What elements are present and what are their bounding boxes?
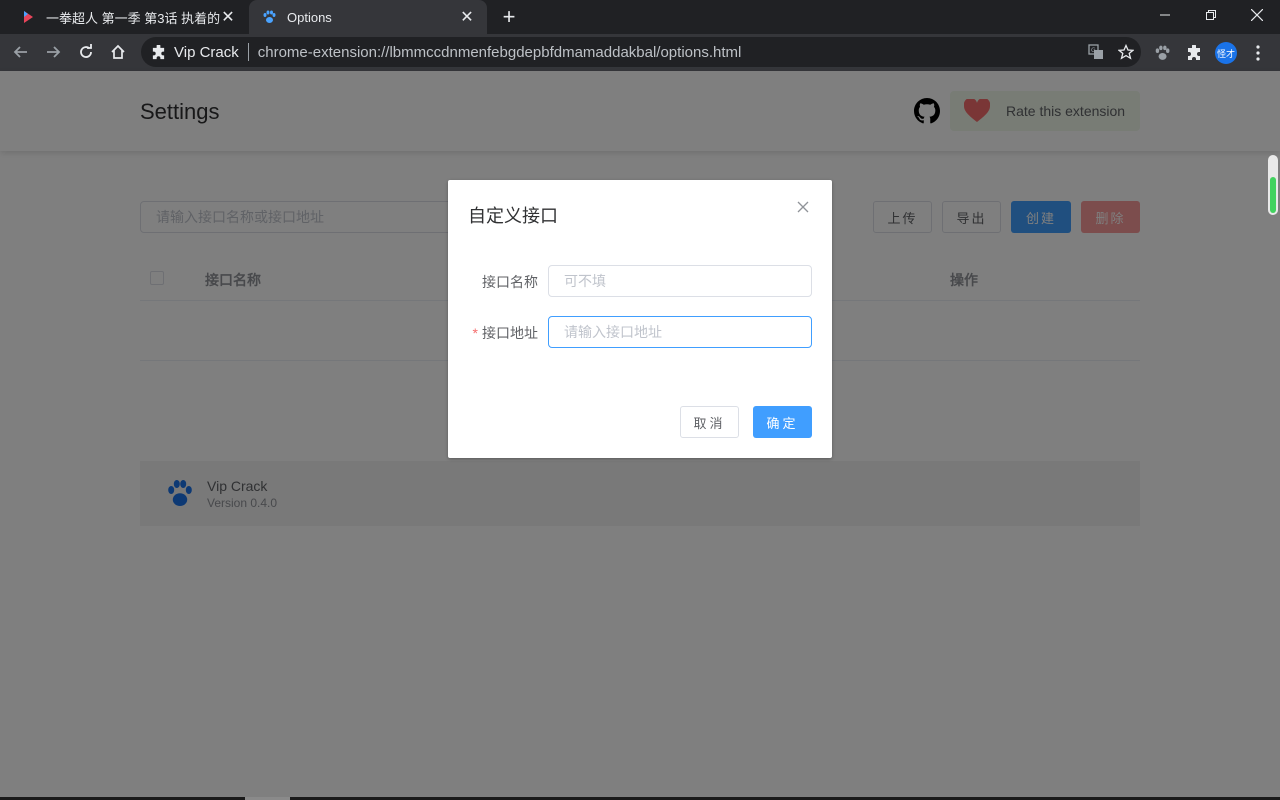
new-tab-plus-icon[interactable]: +: [498, 5, 520, 29]
omnibox-url[interactable]: chrome-extension://lbmmccdnmenfebgdepbfd…: [258, 44, 1081, 61]
options-page: Settings Rate this extension 上传 导出 创建 删除…: [0, 71, 1280, 800]
minimize-icon[interactable]: [1142, 0, 1188, 30]
tab-options[interactable]: Options ✕: [249, 0, 487, 34]
restore-icon[interactable]: [1188, 0, 1234, 30]
puzzle-icon: [152, 44, 165, 59]
kebab-menu-icon[interactable]: [1244, 39, 1272, 67]
dialog-close-icon[interactable]: [796, 200, 812, 216]
dialog-title: 自定义接口: [468, 206, 558, 226]
scrollbar-thumb[interactable]: [1270, 177, 1276, 213]
tab-title: Options: [287, 9, 332, 25]
api-name-label: 接口名称: [482, 274, 538, 290]
tab-title: 一拳超人 第一季 第3话 执着的科: [46, 10, 220, 26]
page-scrollbar[interactable]: [1268, 155, 1278, 215]
translate-icon[interactable]: G: [1081, 37, 1111, 67]
svg-text:G: G: [1091, 47, 1096, 54]
profile-initials: 怪才: [1215, 42, 1237, 64]
extensions-puzzle-icon[interactable]: [1180, 39, 1208, 67]
browser-toolbar: Vip Crack chrome-extension://lbmmccdnmen…: [0, 34, 1280, 71]
api-url-input[interactable]: [548, 316, 812, 348]
video-site-favicon-icon: [20, 9, 36, 25]
confirm-button[interactable]: 确定: [753, 406, 812, 438]
back-arrow-icon[interactable]: [6, 38, 36, 66]
custom-api-dialog: 自定义接口 接口名称 *接口地址 取消 确定: [448, 180, 832, 458]
api-url-label: * 接口地址: [472, 325, 538, 341]
required-asterisk: *: [472, 325, 478, 341]
address-bar[interactable]: Vip Crack chrome-extension://lbmmccdnmen…: [141, 37, 1141, 67]
home-icon[interactable]: [103, 38, 133, 66]
window-close-icon[interactable]: [1234, 0, 1280, 30]
tab-close-icon[interactable]: ✕: [220, 7, 236, 27]
forward-arrow-icon[interactable]: [38, 38, 68, 66]
tab-close-icon[interactable]: ✕: [459, 7, 475, 27]
tab-anime-episode[interactable]: 一拳超人 第一季 第3话 执着的科 ✕: [8, 0, 248, 34]
omnibox-divider: [247, 43, 249, 61]
paw-extension-icon[interactable]: [1148, 39, 1176, 67]
api-name-input[interactable]: [548, 265, 812, 297]
browser-titlebar: 一拳超人 第一季 第3话 执着的科 ✕ Options ✕ +: [0, 0, 1280, 34]
reload-icon[interactable]: [71, 38, 101, 66]
omnibox-extension-name: Vip Crack: [174, 43, 239, 61]
paw-favicon-icon: [261, 9, 277, 25]
omnibox-extension-chip: Vip Crack: [141, 44, 239, 61]
bookmark-star-icon[interactable]: [1111, 37, 1141, 67]
profile-avatar[interactable]: 怪才: [1212, 39, 1240, 67]
cancel-button[interactable]: 取消: [680, 406, 739, 438]
